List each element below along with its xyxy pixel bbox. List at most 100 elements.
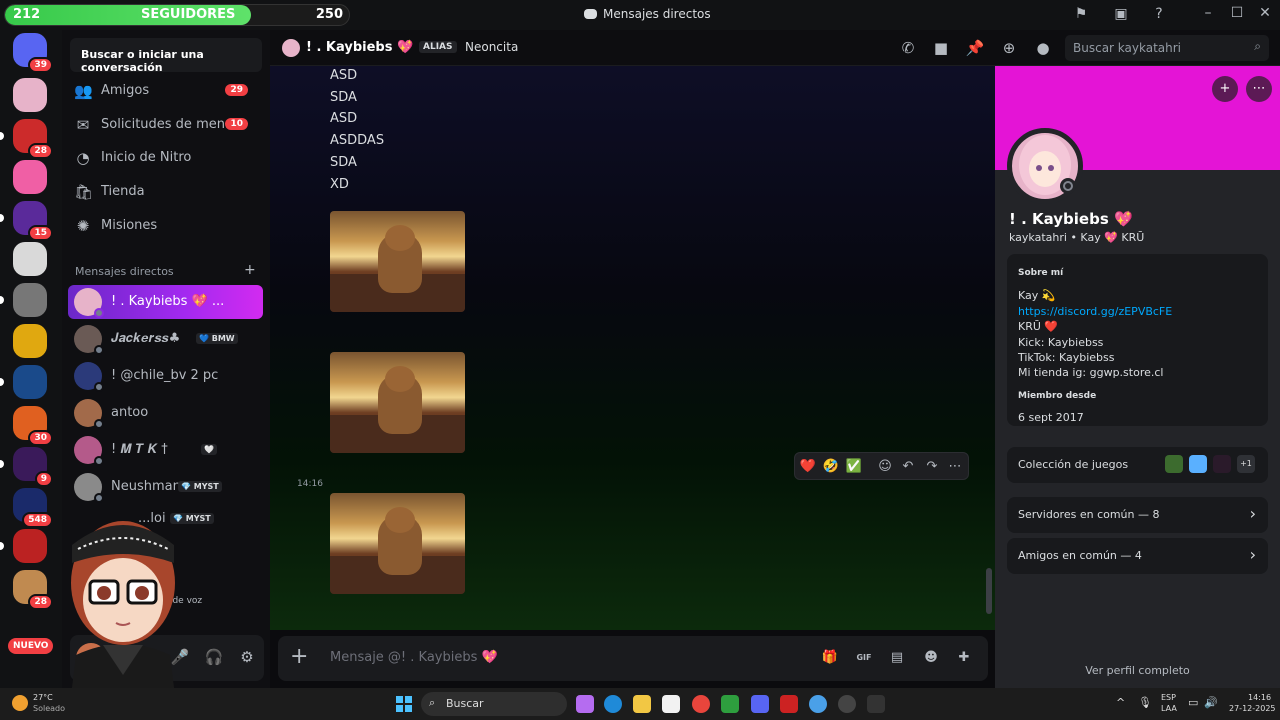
unread-indicator bbox=[0, 460, 4, 468]
invite-link[interactable]: https://discord.gg/zEPVBcFE bbox=[1018, 305, 1172, 318]
help-icon[interactable]: ? bbox=[1150, 5, 1168, 23]
nav-friends-label: Amigos bbox=[101, 83, 150, 98]
network-icon[interactable]: ▭ bbox=[1188, 696, 1198, 709]
dm-name: Neushman bbox=[111, 479, 181, 494]
dm-item-kaybiebs[interactable]: ! . Kaybiebs 💖 ... bbox=[68, 285, 263, 319]
server-icon-server-yellow[interactable] bbox=[13, 324, 47, 358]
forward-icon[interactable]: ↷ bbox=[923, 458, 941, 476]
edge-icon[interactable] bbox=[604, 695, 622, 713]
server-icon-server-dark[interactable]: 9 bbox=[13, 447, 53, 487]
upload-plus-icon[interactable]: + bbox=[290, 646, 308, 668]
language-code[interactable]: ESP bbox=[1161, 693, 1176, 702]
add-reaction-icon[interactable]: ☺ bbox=[876, 458, 894, 476]
dm-name: ! . Kaybiebs 💖 ... bbox=[111, 294, 225, 309]
mic-tray-icon[interactable]: 🎙 bbox=[1138, 696, 1152, 709]
xbox-icon[interactable] bbox=[721, 695, 739, 713]
obs-icon[interactable] bbox=[838, 695, 856, 713]
server-icon-server-blue[interactable]: 548 bbox=[13, 488, 53, 528]
nav-quests-label: Misiones bbox=[101, 218, 158, 233]
search-input[interactable]: Buscar kaykatahri ⌕ bbox=[1065, 35, 1269, 61]
reply-icon[interactable]: ↶ bbox=[899, 458, 917, 476]
chrome-beta-icon[interactable] bbox=[809, 695, 827, 713]
dm-section-header: Mensajes directos bbox=[75, 265, 174, 278]
app-icon[interactable] bbox=[867, 695, 885, 713]
mutual-servers-row[interactable]: Servidores en común — 8 › bbox=[1007, 497, 1268, 533]
image-attachment[interactable] bbox=[330, 352, 465, 453]
dm-item-antoo[interactable]: antoo bbox=[68, 396, 263, 430]
discord-taskbar-icon[interactable] bbox=[751, 695, 769, 713]
dm-item-neushman[interactable]: Neushman 💎 MYST bbox=[68, 470, 263, 504]
more-icon[interactable]: ⋯ bbox=[1246, 76, 1272, 102]
dm-item-jackerss[interactable]: 𝑱𝒂𝒄𝒌𝒆𝒓𝒔𝒔♣ 💙 BMW bbox=[68, 322, 263, 356]
clock-date[interactable]: 27-12-2025 bbox=[1229, 704, 1276, 713]
server-icon-server-am[interactable]: 28 bbox=[13, 119, 53, 159]
reaction-heart[interactable]: ❤️ bbox=[799, 458, 817, 476]
server-icon-server-dog[interactable]: 28 bbox=[13, 570, 53, 610]
add-friends-icon[interactable]: ⊕ bbox=[999, 38, 1019, 58]
weather-sun-icon[interactable] bbox=[12, 695, 28, 711]
add-friend-icon[interactable]: + bbox=[1212, 76, 1238, 102]
shop-icon: 🛍 bbox=[74, 183, 94, 201]
voice-call-icon[interactable]: ✆ bbox=[898, 38, 918, 58]
server-icon-server-purple[interactable]: 15 bbox=[13, 201, 53, 241]
image-attachment[interactable] bbox=[330, 493, 465, 594]
about-line: Kick: Kaybiebss bbox=[1018, 336, 1104, 349]
headphones-icon[interactable]: 🎧 bbox=[204, 648, 224, 668]
game-collection-row[interactable]: Colección de juegos +1 bbox=[1007, 447, 1268, 483]
server-icon-server-club[interactable] bbox=[13, 529, 47, 563]
copilot-icon[interactable] bbox=[576, 695, 594, 713]
nav-quests[interactable]: ✺ Misiones bbox=[70, 210, 262, 242]
pin-icon[interactable]: 📌 bbox=[965, 38, 985, 58]
server-icon-server-anime-girl[interactable] bbox=[13, 78, 47, 112]
unread-indicator bbox=[0, 296, 4, 304]
view-full-profile-link[interactable]: Ver perfil completo bbox=[995, 664, 1280, 677]
mail-icon: ✉ bbox=[76, 116, 90, 134]
taskbar-search[interactable]: ⌕ Buscar bbox=[421, 692, 567, 716]
server-icon-server-gray[interactable] bbox=[13, 283, 47, 317]
flag-icon[interactable]: ⚑ bbox=[1072, 5, 1090, 23]
dm-item-chile-bv[interactable]: ! @chile_bv 2 pc bbox=[68, 359, 263, 393]
inbox-icon[interactable]: ▣ bbox=[1112, 5, 1130, 23]
message-input[interactable]: Mensaje @! . Kaybiebs 💖 bbox=[330, 650, 498, 665]
dm-recipient-name[interactable]: ! . Kaybiebs 💖 bbox=[306, 40, 413, 55]
language-layout[interactable]: LAA bbox=[1161, 704, 1177, 713]
chevron-up-icon[interactable]: ^ bbox=[1116, 696, 1125, 709]
nav-shop[interactable]: 🛍 Tienda bbox=[70, 176, 262, 208]
more-options-icon[interactable]: ⋯ bbox=[946, 458, 964, 476]
server-icon-server-pig[interactable] bbox=[13, 160, 47, 194]
clock-time[interactable]: 14:16 bbox=[1248, 693, 1271, 702]
nav-nitro[interactable]: ◔ Inicio de Nitro bbox=[70, 142, 262, 174]
chrome-icon[interactable] bbox=[692, 695, 710, 713]
emoji-icon[interactable]: ☻ bbox=[922, 649, 940, 667]
volume-icon[interactable]: 🔊 bbox=[1204, 696, 1218, 709]
server-icon-discord-home[interactable]: 39 bbox=[13, 33, 53, 73]
sticker-icon[interactable]: ▤ bbox=[888, 649, 906, 667]
video-call-icon[interactable]: ■ bbox=[931, 38, 951, 58]
nav-friends[interactable]: 👥 Amigos 29 bbox=[70, 75, 262, 107]
server-icon-server-skull[interactable] bbox=[13, 242, 47, 276]
message-text: XD bbox=[330, 177, 349, 192]
reaction-check[interactable]: ✅ bbox=[845, 458, 863, 476]
gif-icon[interactable]: GIF bbox=[855, 649, 873, 667]
mutual-friends-row[interactable]: Amigos en común — 4 › bbox=[1007, 538, 1268, 574]
image-attachment[interactable] bbox=[330, 211, 465, 312]
store-icon[interactable] bbox=[662, 695, 680, 713]
server-icon-server-chile-m[interactable] bbox=[13, 365, 47, 399]
start-windows-icon[interactable] bbox=[396, 696, 412, 712]
maximize-button[interactable]: ☐ bbox=[1227, 5, 1247, 23]
dm-item-mtk[interactable]: ! 𝑴 𝑻 𝑲 † 🤍 bbox=[68, 433, 263, 467]
close-button[interactable]: ✕ bbox=[1255, 5, 1275, 23]
create-dm-plus-icon[interactable]: + bbox=[244, 262, 256, 278]
nav-message-requests[interactable]: ✉ Solicitudes de men... 10 bbox=[70, 109, 262, 141]
gift-icon[interactable]: 🎁 bbox=[821, 649, 839, 667]
server-icon-server-orange[interactable]: 30 bbox=[13, 406, 53, 446]
settings-gear-icon[interactable]: ⚙ bbox=[237, 648, 257, 668]
find-conversation-button[interactable]: Buscar o iniciar una conversación bbox=[70, 38, 262, 74]
reaction-rofl[interactable]: 🤣 bbox=[822, 458, 840, 476]
file-explorer-icon[interactable] bbox=[633, 695, 651, 713]
minimize-button[interactable]: – bbox=[1198, 5, 1218, 23]
apps-icon[interactable]: ✚ bbox=[955, 649, 973, 667]
scrollbar[interactable] bbox=[986, 568, 992, 614]
user-profile-icon[interactable]: ● bbox=[1033, 38, 1053, 58]
voicemeeter-icon[interactable] bbox=[780, 695, 798, 713]
